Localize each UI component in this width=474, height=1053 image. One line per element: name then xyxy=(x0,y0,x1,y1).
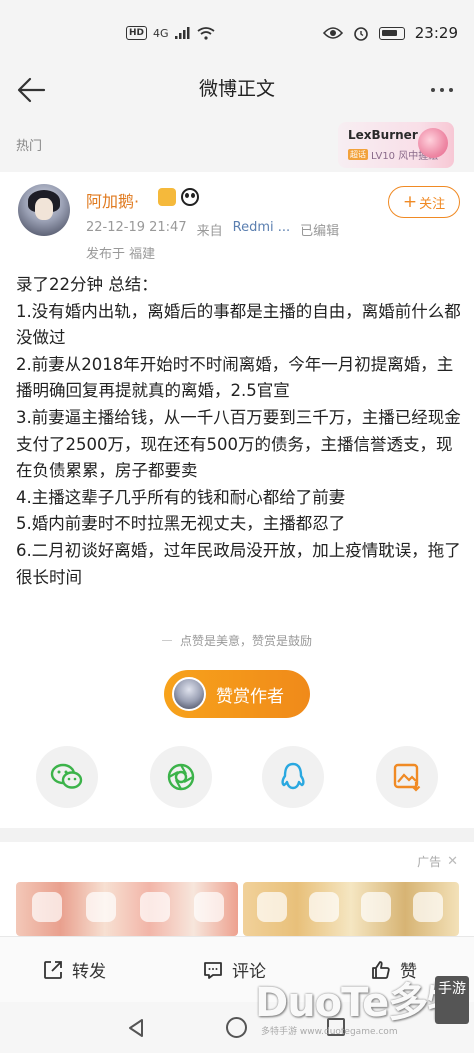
divider xyxy=(161,640,172,641)
fan-badge-card[interactable]: LexBurner 超话 LV10 风中握絵 xyxy=(338,122,454,168)
post-timestamp: 22-12-19 21:47 xyxy=(86,220,187,235)
status-left: HD 4G xyxy=(126,26,215,40)
reward-slogan: 点赞是美意，赞赏是鼓励 xyxy=(0,632,474,649)
vip-badge-icon[interactable] xyxy=(158,188,176,206)
author-name[interactable]: 阿加鹅· xyxy=(86,188,139,212)
post-line: 3.前妻逼主播给钱，从一千八百万要到三千万，主播已经现金支付了2500万，现在还… xyxy=(16,407,461,481)
page-title: 微博正文 xyxy=(198,78,275,100)
hot-label: 热门 xyxy=(16,139,43,154)
eye-icon xyxy=(322,27,343,39)
user-badges xyxy=(158,188,199,206)
flower-icon xyxy=(418,128,448,158)
author-avatar-small xyxy=(172,677,206,711)
badge-name: LexBurner xyxy=(348,128,418,142)
ad-decoration xyxy=(309,892,339,922)
wechat-icon xyxy=(50,763,83,789)
ad-decoration xyxy=(413,892,443,922)
system-back-icon[interactable] xyxy=(126,1018,146,1038)
avatar-face xyxy=(35,198,53,220)
qq-icon xyxy=(281,762,305,790)
share-wechat-button[interactable] xyxy=(36,746,98,808)
panda-badge-icon[interactable] xyxy=(181,188,199,206)
ad-decoration xyxy=(140,892,170,922)
post-body: 录了22分钟 总结： 1.没有婚内出轨，离婚后的事都是主播的自由，离婚前什么都没… xyxy=(16,272,462,591)
ad-label: 广告 ✕ xyxy=(417,853,458,870)
post-line: 6.二月初谈好离婚，过年民政局没开放，加上疫情耽误，拖了很长时间 xyxy=(16,540,461,587)
badge-tag: 超话 xyxy=(348,149,368,160)
wifi-icon xyxy=(197,26,215,40)
clock: 23:29 xyxy=(414,24,458,42)
reward-label: 赞赏作者 xyxy=(216,686,284,707)
repost-button[interactable]: 转发 xyxy=(42,957,106,982)
section-divider xyxy=(0,828,474,842)
repost-icon xyxy=(44,960,62,979)
close-icon[interactable]: ✕ xyxy=(447,854,458,869)
follow-label: 关注 xyxy=(419,196,446,212)
network-label: 4G xyxy=(153,26,169,40)
ad-label-text: 广告 xyxy=(417,855,442,869)
system-home-icon[interactable] xyxy=(226,1017,247,1038)
nav-bar: 微博正文 xyxy=(0,64,474,116)
watermark-box: 手游 xyxy=(435,976,469,1024)
more-dot-icon xyxy=(449,88,453,92)
source-prefix: 来自 xyxy=(196,224,223,239)
post-line: 4.主播这辈子几乎所有的钱和耐心都给了前妻 xyxy=(16,487,346,507)
post-source[interactable]: Redmi ... xyxy=(233,220,291,239)
more-dot-icon xyxy=(431,88,435,92)
more-button[interactable] xyxy=(424,72,460,108)
share-qq-button[interactable] xyxy=(262,746,324,808)
ad-decoration xyxy=(194,892,224,922)
status-right: 23:29 xyxy=(322,24,458,42)
post-line: 2.前妻从2018年开始时不时闹离婚，今年一月初提离婚，主播明确回复再提就真的离… xyxy=(16,354,454,401)
save-image-button[interactable] xyxy=(376,746,438,808)
post-meta: 22-12-19 21:47 来自 Redmi ... 已编辑 xyxy=(86,220,339,239)
post-line: 1.没有婚内出轨，离婚后的事都是主播的自由，离婚前什么都没做过 xyxy=(16,301,461,348)
share-moments-button[interactable] xyxy=(150,746,212,808)
author-avatar[interactable] xyxy=(18,184,70,236)
ad-image-right[interactable] xyxy=(243,882,459,936)
comment-icon xyxy=(204,961,222,979)
hd-badge: HD xyxy=(126,26,148,40)
post-line: 录了22分钟 总结： xyxy=(16,275,158,294)
more-dot-icon xyxy=(440,88,444,92)
reward-slogan-text: 点赞是美意，赞赏是鼓励 xyxy=(179,634,312,648)
reward-author-button[interactable]: 赞赏作者 xyxy=(164,670,310,718)
alarm-icon xyxy=(353,27,368,41)
watermark: DuoTe多特 手游 多特手游 www.duotegame.com xyxy=(255,968,469,1048)
repost-label: 转发 xyxy=(72,962,106,982)
signal-icon xyxy=(174,27,190,39)
save-image-icon xyxy=(393,763,421,792)
ad-decoration xyxy=(361,892,391,922)
ad-decoration xyxy=(32,892,62,922)
post-location: 发布于 福建 xyxy=(86,247,156,262)
ad-image-left[interactable] xyxy=(16,882,238,936)
moments-icon xyxy=(167,763,195,791)
watermark-url: 多特手游 www.duotegame.com xyxy=(261,1027,398,1037)
follow-button[interactable]: + 关注 xyxy=(388,186,460,218)
plus-icon: + xyxy=(402,191,418,212)
hot-strip: 热门 LexBurner 超话 LV10 风中握絵 xyxy=(0,116,474,172)
ad-decoration xyxy=(257,892,287,922)
share-row xyxy=(0,746,474,810)
post-line: 5.婚内前妻时不时拉黑无视丈夫，主播都忍了 xyxy=(16,514,346,534)
edited-label[interactable]: 已编辑 xyxy=(300,220,339,239)
ad-decoration xyxy=(86,892,116,922)
battery-icon xyxy=(378,26,405,40)
status-bar: HD 4G 23:29 xyxy=(0,0,474,64)
